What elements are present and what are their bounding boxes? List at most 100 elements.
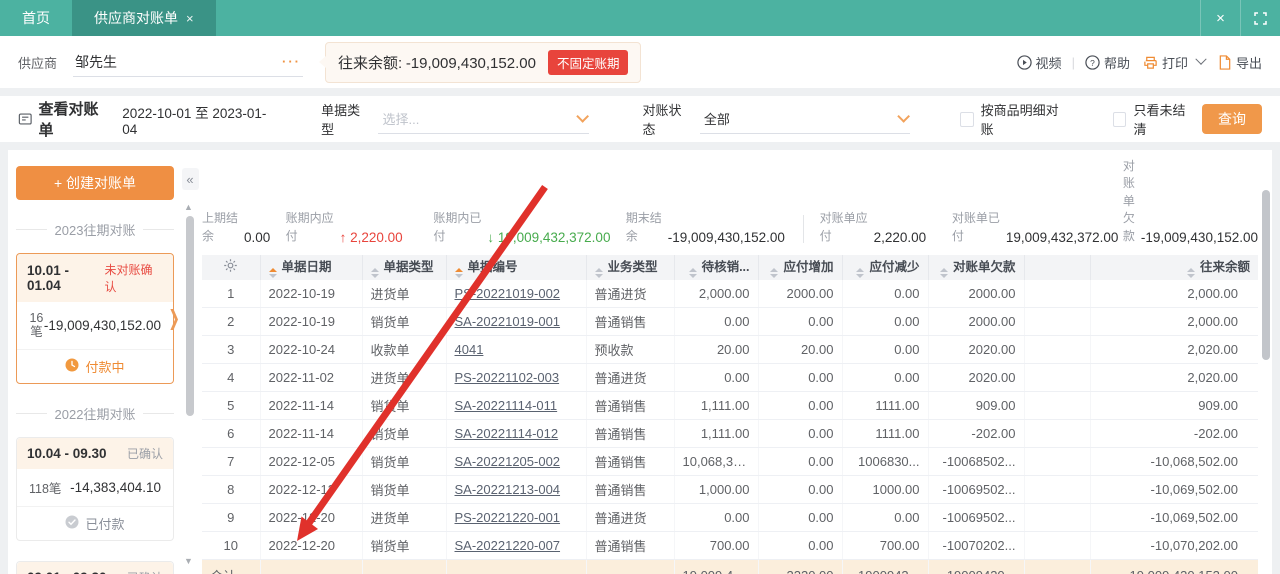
status-value: 全部 — [704, 109, 730, 128]
sort-icon[interactable] — [269, 268, 277, 278]
cell-date: 2022-10-19 — [260, 308, 362, 336]
cell-balance: 2,000.00 — [1090, 280, 1258, 308]
cell-biz_type: 普通销售 — [586, 532, 674, 560]
col-header-label: 应付减少 — [869, 260, 919, 274]
table-row[interactable]: 72022-12-05销货单SA-20221205-002普通销售10,068,… — [202, 448, 1258, 476]
sort-icon[interactable] — [371, 268, 379, 278]
sort-icon[interactable] — [1187, 268, 1195, 278]
status-label: 对账状态 — [643, 100, 690, 138]
cell-date: 2022-10-19 — [260, 280, 362, 308]
col-header-statement-owed[interactable]: 对账单欠款 — [928, 255, 1024, 280]
tab-supplier-statement[interactable]: 供应商对账单 × — [72, 0, 216, 36]
supplier-label: 供应商 — [18, 53, 57, 72]
tab-close-icon[interactable]: × — [186, 11, 194, 26]
cell-decr: 1006830... — [842, 448, 928, 476]
cell-balance: -10,068,502.00 — [1090, 448, 1258, 476]
balance-value: -19,009,430,152.00 — [406, 55, 536, 72]
cell-decr: 700.00 — [842, 532, 928, 560]
col-header-doc-date[interactable]: 单据日期 — [260, 255, 362, 280]
table-row[interactable]: 22022-10-19销货单SA-20221019-001普通销售0.000.0… — [202, 308, 1258, 336]
cell-biz_type: 普通销售 — [586, 448, 674, 476]
cell-filler — [1024, 280, 1090, 308]
statement-card-header: 10.04 - 09.30已确认 — [17, 438, 173, 469]
cell-doc_type: 销货单 — [362, 532, 446, 560]
sort-icon[interactable] — [770, 268, 778, 278]
col-header-balance[interactable]: 往来余额 — [1090, 255, 1258, 280]
tab-bar: 首页 供应商对账单 × × — [0, 0, 1280, 36]
statement-card[interactable]: 09.01 - 09.30已确认1笔-1,050.00 — [16, 561, 174, 574]
cell-incr: 2000.00 — [758, 280, 842, 308]
sidebar-collapse-icon[interactable]: « — [182, 168, 199, 190]
sort-icon[interactable] — [940, 268, 948, 278]
scroll-down-icon[interactable]: ▼ — [184, 556, 193, 566]
col-header-payable-decrease[interactable]: 应付减少 — [842, 255, 928, 280]
supplier-more-icon[interactable]: ··· — [282, 54, 301, 69]
col-header-pending-writeoff[interactable]: 待核销... — [674, 255, 758, 280]
close-icon[interactable]: × — [1200, 0, 1240, 36]
table-row[interactable]: 82022-12-13销货单SA-20221213-004普通销售1,000.0… — [202, 476, 1258, 504]
cell-doc_type: 进货单 — [362, 504, 446, 532]
card-status-badge: 未对账确认 — [105, 261, 163, 295]
cell-decr: 0.00 — [842, 308, 928, 336]
print-dropdown-chevron-icon[interactable] — [1195, 54, 1206, 65]
table-row[interactable]: 52022-11-14销货单SA-20221114-011普通销售1,111.0… — [202, 392, 1258, 420]
cell-doc_no: SA-20221220-007 — [446, 532, 586, 560]
summary-metric: 账期内已付↓ 19,009,432,372.00 — [433, 210, 625, 245]
check-circle-icon — [65, 515, 79, 532]
table-row[interactable]: 42022-11-02进货单PS-20221102-003普通进货0.000.0… — [202, 364, 1258, 392]
cell-num: 5 — [202, 392, 260, 420]
status-select[interactable]: 全部 — [700, 104, 910, 134]
table-row[interactable]: 12022-10-19进货单PS-20221019-002普通进货2,000.0… — [202, 280, 1258, 308]
table-row[interactable]: 32022-10-24收款单4041预收款20.0020.000.002020.… — [202, 336, 1258, 364]
video-link[interactable]: 视频 — [1017, 53, 1062, 72]
summary-metric-value: ↑ 2,220.00 — [340, 230, 403, 245]
tab-home[interactable]: 首页 — [0, 0, 72, 36]
print-link[interactable]: 打印 — [1143, 53, 1188, 72]
cell-owe: -10068502... — [928, 448, 1024, 476]
col-header-label: 应付增加 — [783, 260, 833, 274]
total-owe: -19009430... — [928, 560, 1024, 574]
checkbox-by-product-detail[interactable]: 按商品明细对账 — [960, 100, 1063, 138]
help-link[interactable]: ? 帮助 — [1085, 53, 1130, 72]
cell-biz_type: 预收款 — [586, 336, 674, 364]
fullscreen-icon[interactable] — [1240, 0, 1280, 36]
scroll-up-icon[interactable]: ▲ — [184, 202, 193, 212]
summary-metric: 对账单欠款-19,009,430,152.00 — [1123, 158, 1258, 245]
column-settings-gear-icon[interactable] — [202, 255, 260, 280]
table-scrollbar-thumb[interactable] — [1262, 190, 1270, 360]
sort-icon[interactable] — [856, 268, 864, 278]
summary-metric: 账期内应付↑ 2,220.00 — [286, 210, 434, 245]
cell-incr: 0.00 — [758, 308, 842, 336]
export-link[interactable]: 导出 — [1218, 53, 1262, 72]
cell-incr: 0.00 — [758, 504, 842, 532]
cell-biz_type: 普通进货 — [586, 504, 674, 532]
checkbox-unsettled-only[interactable]: 只看未结清 — [1113, 100, 1192, 138]
sort-icon[interactable] — [455, 268, 463, 278]
statement-card[interactable]: 10.04 - 09.30已确认118笔-14,383,404.10已付款 — [16, 437, 174, 541]
supplier-input[interactable]: 邹先生 ··· — [73, 48, 303, 77]
col-header-doc-type[interactable]: 单据类型 — [362, 255, 446, 280]
doc-type-select[interactable]: 选择... — [378, 104, 588, 134]
table-row[interactable]: 62022-11-14销货单SA-20221114-012普通销售1,111.0… — [202, 420, 1258, 448]
cell-biz_type: 普通进货 — [586, 280, 674, 308]
summary-metric-label: 对账单欠款 — [1123, 158, 1135, 245]
cell-date: 2022-12-05 — [260, 448, 362, 476]
sort-icon[interactable] — [595, 268, 603, 278]
sort-icon[interactable] — [689, 268, 697, 278]
create-statement-button[interactable]: + 创建对账单 — [16, 166, 174, 200]
query-button[interactable]: 查询 — [1202, 104, 1262, 134]
summary-strip: 上期结余0.00账期内应付↑ 2,220.00账期内已付↓ 19,009,432… — [202, 156, 1258, 255]
cell-pending: 1,111.00 — [674, 392, 758, 420]
table-row[interactable]: 92022-12-20进货单PS-20221220-001普通进货0.000.0… — [202, 504, 1258, 532]
col-header-biz-type[interactable]: 业务类型 — [586, 255, 674, 280]
date-range[interactable]: 2022-10-01 至 2023-01-04 — [122, 102, 267, 137]
cell-filler — [446, 560, 586, 574]
statement-card[interactable]: 10.01 - 01.04未对账确认16笔-19,009,430,152.00付… — [16, 253, 174, 384]
col-header-payable-increase[interactable]: 应付增加 — [758, 255, 842, 280]
sidebar-scrollbar-thumb[interactable] — [186, 216, 194, 416]
table-row[interactable]: 102022-12-20销货单SA-20221220-007普通销售700.00… — [202, 532, 1258, 560]
card-status-badge: 已确认 — [127, 569, 163, 574]
cell-pending: 0.00 — [674, 364, 758, 392]
col-header-doc-no[interactable]: 单据编号 — [446, 255, 586, 280]
cell-decr: 1111.00 — [842, 420, 928, 448]
